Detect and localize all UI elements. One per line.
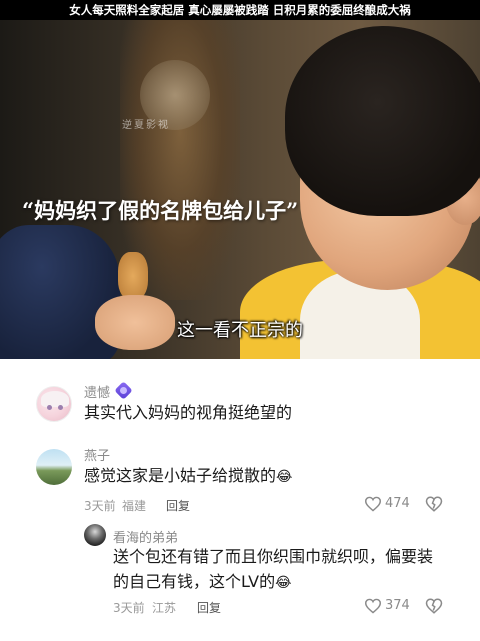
dislike-heart-icon[interactable] <box>425 495 443 513</box>
video-watermark: 逆夏影视 <box>122 120 170 131</box>
comment-username[interactable]: 遗憾 <box>84 382 110 401</box>
boy-hair <box>285 26 480 216</box>
dislike-heart-icon[interactable] <box>425 597 443 615</box>
laughing-emoji-icon: 😂 <box>276 469 293 485</box>
headline-banner: 女人每天照料全家起居 真心屡屡被践踏 日积月累的委屈终酿成大祸 <box>0 0 480 20</box>
avatar[interactable] <box>36 386 72 422</box>
video-subtitle: 这一看不正宗的 <box>177 320 303 341</box>
like-count: 474 <box>385 496 410 511</box>
comment-location: 江苏 <box>152 601 177 615</box>
comment-text: 感觉这家是小姑子给搅散的😂 <box>84 463 464 490</box>
comment-time: 3天前 <box>84 499 116 513</box>
heart-outline-icon[interactable] <box>364 598 382 614</box>
laughing-emoji-icon: 😂 <box>275 575 292 591</box>
reply-button[interactable]: 回复 <box>166 497 190 514</box>
comment-text: 送个包还有错了而且你织围巾就织呗，偏要装的自己有钱，这个LV的😂 <box>113 544 448 596</box>
comment-section: 遗憾 其实代入妈妈的视角挺绝望的 燕子 感觉这家是小姑子给搅散的😂 3天前 福建… <box>0 359 480 641</box>
comment-location: 福建 <box>122 499 147 513</box>
video-player[interactable]: 逆夏影视 “妈妈织了假的名牌包给儿子” 这一看不正宗的 <box>0 20 480 359</box>
avatar[interactable] <box>36 449 72 485</box>
comment-text: 其实代入妈妈的视角挺绝望的 <box>84 403 293 422</box>
headline-text: 女人每天照料全家起居 真心屡屡被践踏 日积月累的委屈终酿成大祸 <box>69 3 411 17</box>
fan-badge-icon <box>114 381 133 400</box>
like-count: 374 <box>385 598 410 613</box>
video-quote-caption: “妈妈织了假的名牌包给儿子” <box>22 198 299 223</box>
heart-outline-icon[interactable] <box>364 496 382 512</box>
reply-button[interactable]: 回复 <box>197 599 221 616</box>
comment-username[interactable]: 燕子 <box>84 445 110 464</box>
comment-time: 3天前 <box>113 601 145 615</box>
bag-charm <box>118 252 148 300</box>
avatar[interactable] <box>84 524 106 546</box>
